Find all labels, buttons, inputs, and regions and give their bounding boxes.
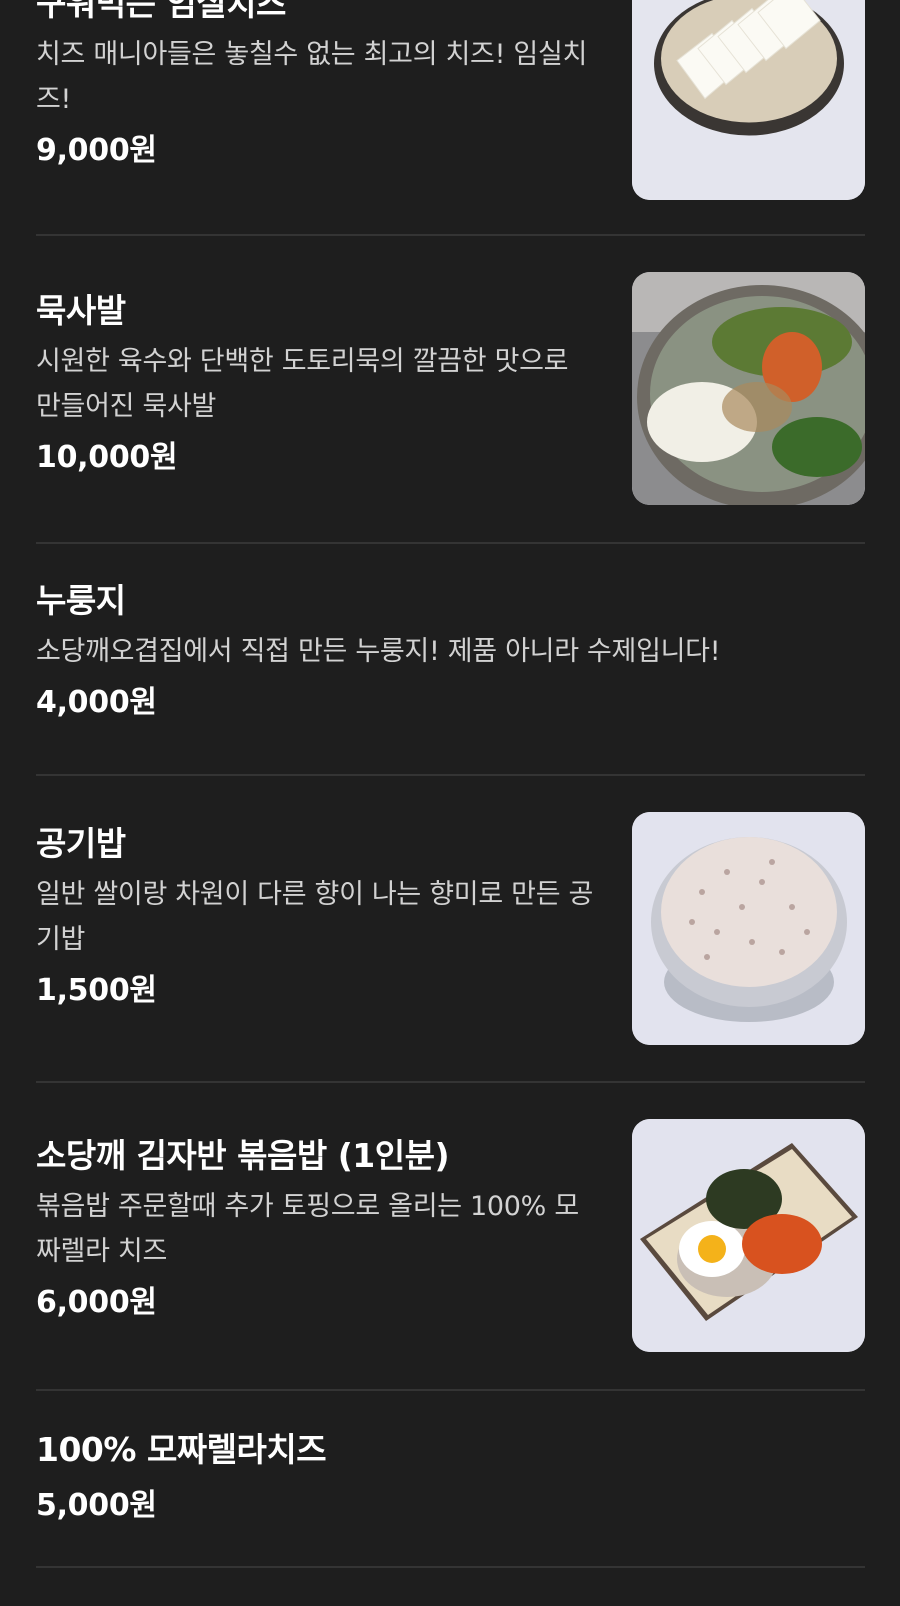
menu-list: 구워먹는 임실치즈 치즈 매니아들은 놓칠수 없는 최고의 치즈! 임실치즈! … <box>36 0 865 1568</box>
menu-item-description: 볶음밥 주문할때 추가 토핑으로 올리는 100% 모짜렐라 치즈 <box>36 1191 579 1267</box>
menu-item-mozzarella[interactable]: 100% 모짜렐라치즈 5,000원 <box>36 1391 865 1568</box>
menu-item-text: 100% 모짜렐라치즈 5,000원 <box>36 1391 865 1528</box>
menu-item-nurungji[interactable]: 누룽지 소당깨오겹집에서 직접 만든 누룽지! 제품 아니라 수제입니다! 4,… <box>36 544 865 776</box>
muksabal-image <box>632 272 865 505</box>
menu-item-imsil-cheese[interactable]: 구워먹는 임실치즈 치즈 매니아들은 놓칠수 없는 최고의 치즈! 임실치즈! … <box>36 0 865 236</box>
menu-item-text: 묵사발 시원한 육수와 단백한 도토리묵의 깔끔한 맛으로 만들어진 묵사발 1… <box>36 236 632 480</box>
menu-item-price: 10,000원 <box>36 440 178 475</box>
cheese-plate-image <box>632 0 865 200</box>
menu-item-name: 100% 모짜렐라치즈 <box>36 1430 327 1469</box>
menu-item-photo <box>632 0 865 200</box>
menu-item-photo <box>632 1119 865 1352</box>
menu-item-fried-rice[interactable]: 소당깨 김자반 볶음밥 (1인분) 볶음밥 주문할때 추가 토핑으로 올리는 1… <box>36 1083 865 1391</box>
menu-item-photo <box>632 812 865 1045</box>
menu-item-price: 6,000원 <box>36 1285 157 1320</box>
menu-item-text: 구워먹는 임실치즈 치즈 매니아들은 놓칠수 없는 최고의 치즈! 임실치즈! … <box>36 0 632 173</box>
menu-item-price: 1,500원 <box>36 973 157 1008</box>
menu-item-name: 구워먹는 임실치즈 <box>36 0 286 23</box>
menu-item-name: 공기밥 <box>36 824 126 863</box>
menu-item-description: 치즈 매니아들은 놓칠수 없는 최고의 치즈! 임실치즈! <box>36 39 588 115</box>
fried-rice-image <box>632 1119 865 1352</box>
menu-item-name: 묵사발 <box>36 291 126 330</box>
menu-item-price: 5,000원 <box>36 1488 157 1523</box>
rice-bowl-image <box>632 812 865 1045</box>
menu-item-muksabal[interactable]: 묵사발 시원한 육수와 단백한 도토리묵의 깔끔한 맛으로 만들어진 묵사발 1… <box>36 236 865 544</box>
menu-item-price: 4,000원 <box>36 685 157 720</box>
menu-item-text: 소당깨 김자반 볶음밥 (1인분) 볶음밥 주문할때 추가 토핑으로 올리는 1… <box>36 1083 632 1325</box>
menu-item-text: 공기밥 일반 쌀이랑 차원이 다른 향이 나는 향미로 만든 공기밥 1,500… <box>36 776 632 1013</box>
menu-item-price: 9,000원 <box>36 133 157 168</box>
menu-item-name: 소당깨 김자반 볶음밥 (1인분) <box>36 1136 450 1175</box>
menu-item-description: 시원한 육수와 단백한 도토리묵의 깔끔한 맛으로 만들어진 묵사발 <box>36 346 569 422</box>
menu-item-description: 소당깨오겹집에서 직접 만든 누룽지! 제품 아니라 수제입니다! <box>36 636 721 667</box>
menu-item-name: 누룽지 <box>36 581 126 620</box>
menu-item-photo <box>632 272 865 505</box>
menu-item-description: 일반 쌀이랑 차원이 다른 향이 나는 향미로 만든 공기밥 <box>36 879 594 955</box>
menu-item-text: 누룽지 소당깨오겹집에서 직접 만든 누룽지! 제품 아니라 수제입니다! 4,… <box>36 544 865 725</box>
menu-item-rice[interactable]: 공기밥 일반 쌀이랑 차원이 다른 향이 나는 향미로 만든 공기밥 1,500… <box>36 776 865 1083</box>
